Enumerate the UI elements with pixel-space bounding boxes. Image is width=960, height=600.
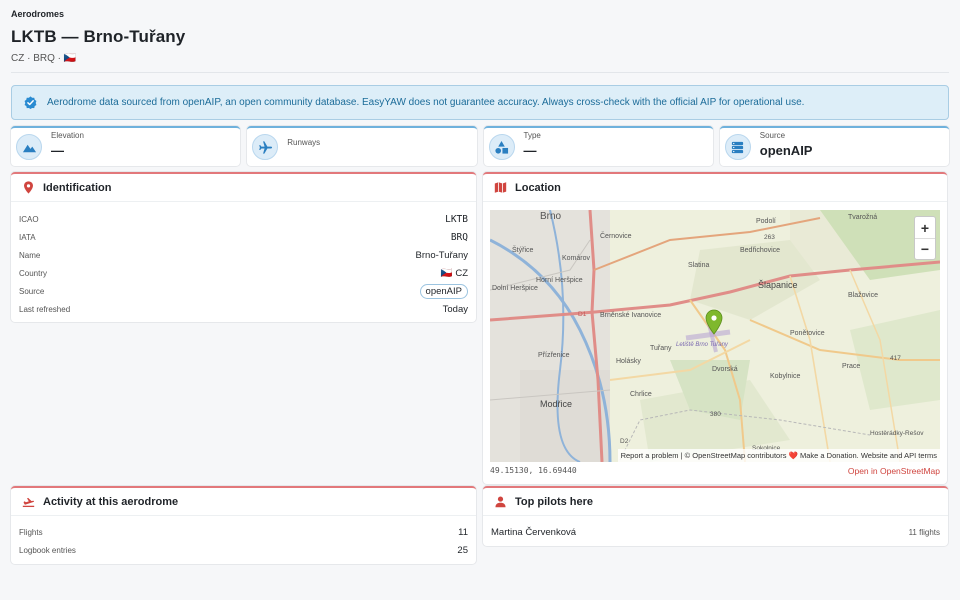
kv-last-refreshed: Last refreshed Today xyxy=(19,303,468,315)
stat-type: Type — xyxy=(483,126,713,166)
activity-card: Activity at this aerodrome Flights 11 Log… xyxy=(11,486,476,564)
stat-label: Type xyxy=(523,130,541,140)
map-label: Tvarožná xyxy=(848,214,877,221)
map-label: D2 xyxy=(620,438,629,445)
stat-label: Source xyxy=(759,130,786,140)
location-title: Location xyxy=(515,181,561,194)
kv-flights: Flights 11 xyxy=(19,526,468,538)
database-icon xyxy=(732,141,744,153)
map-view[interactable]: Brno Podolí Tvarožná Černovice Bedřichov… xyxy=(490,210,940,462)
kv-iata: IATA BRQ xyxy=(19,231,468,243)
top-pilots-title: Top pilots here xyxy=(515,495,594,508)
stat-value: — xyxy=(523,142,537,158)
stat-source: Source openAIP xyxy=(719,126,949,166)
map-label: Horní Heršpice xyxy=(536,277,583,284)
map-label: D1 xyxy=(578,311,587,318)
stat-label: Runways xyxy=(287,138,321,147)
activity-title: Activity at this aerodrome xyxy=(43,495,179,508)
map-label: Letiště Brno Tuřany xyxy=(676,342,729,348)
map-label: Podolí xyxy=(756,218,776,225)
stat-value: openAIP xyxy=(759,142,813,158)
map-label: Blažovice xyxy=(848,292,878,299)
map-label: 417 xyxy=(890,355,901,362)
map-label: 263 xyxy=(764,234,775,241)
mountain-icon xyxy=(22,144,36,152)
location-card: Location Brno Podolí Tvarožná Černovice … xyxy=(483,172,947,484)
map-label: Ponětovice xyxy=(790,330,825,337)
stats-row: Elevation — Runways Type — Source openAI… xyxy=(11,126,949,166)
notice-text: Aerodrome data sourced from openAIP, an … xyxy=(47,97,805,108)
map-label: Prace xyxy=(842,363,860,370)
map-label: Modřice xyxy=(540,399,572,409)
map-label: Dolní Heršpice xyxy=(492,285,538,292)
plane-departure-icon xyxy=(22,497,35,508)
stat-elevation: Elevation — xyxy=(11,126,241,166)
source-pill[interactable]: openAIP xyxy=(419,283,468,299)
stat-label: Elevation xyxy=(51,130,84,140)
map-label: Štýřice xyxy=(512,245,534,254)
map-label: Komárov xyxy=(562,255,591,262)
page: Aerodromes LKTB — Brno-Tuřany CZ · BRQ ·… xyxy=(0,0,960,600)
kv-name: Name Brno-Tuřany xyxy=(19,249,468,261)
verified-badge-icon xyxy=(24,96,37,109)
open-in-osm-link[interactable]: Open in OpenStreetMap xyxy=(848,466,940,476)
map-label: Dvorská xyxy=(712,366,738,373)
map-label: Holásky xyxy=(616,358,641,365)
list-item[interactable]: Martina Červenková 11 flights xyxy=(483,523,948,541)
map-attribution[interactable]: Report a problem | © OpenStreetMap contr… xyxy=(617,449,940,462)
map-label: Bedřichovice xyxy=(740,247,780,254)
pilot-flight-count: 11 flights xyxy=(908,527,940,537)
map-label: Tuřany xyxy=(650,345,672,352)
kv-logbook-entries: Logbook entries 25 xyxy=(19,544,468,556)
map-label: Kobylnice xyxy=(770,373,800,380)
user-icon xyxy=(495,496,506,508)
info-notice: Aerodrome data sourced from openAIP, an … xyxy=(11,85,949,120)
map-label: Brno xyxy=(540,211,562,222)
map-label: 380 xyxy=(710,411,721,418)
map-tiles: Brno Podolí Tvarožná Černovice Bedřichov… xyxy=(490,210,940,462)
map-label: Brněnské Ivanovice xyxy=(600,312,661,319)
shapes-icon xyxy=(495,140,509,154)
top-pilots-card: Top pilots here Martina Červenková 11 fli… xyxy=(483,486,948,546)
stat-value: — xyxy=(51,142,64,158)
stat-runways: Runways xyxy=(247,126,477,166)
page-title: LKTB — Brno-Tuřany xyxy=(11,27,186,46)
identification-card: Identification ICAO LKTB IATA BRQ Name Brno… xyxy=(11,172,476,322)
map-label: Přízřenice xyxy=(538,352,570,359)
map-label: Chrlice xyxy=(630,391,652,398)
coordinates: 49.15130, 16.69440 xyxy=(490,466,577,475)
map-label: Hostěrádky-Rešov xyxy=(870,430,924,437)
map-icon xyxy=(494,182,507,193)
plane-icon xyxy=(258,140,272,154)
map-pin-icon xyxy=(24,181,33,194)
header-divider xyxy=(11,72,949,73)
map-label: Černovice xyxy=(600,231,632,240)
map-zoom-controls: + − xyxy=(914,216,936,260)
zoom-in-button[interactable]: + xyxy=(915,217,935,238)
kv-country: Country 🇨🇿 CZ xyxy=(19,267,468,279)
map-label: Šlapanice xyxy=(758,280,798,290)
pilot-name[interactable]: Martina Červenková xyxy=(491,527,576,538)
zoom-out-button[interactable]: − xyxy=(915,238,935,259)
identification-title: Identification xyxy=(43,181,112,194)
kv-source: Source openAIP xyxy=(11,282,476,300)
page-subtitle: CZ · BRQ · 🇨🇿 xyxy=(11,53,77,64)
kv-icao: ICAO LKTB xyxy=(19,213,468,225)
map-label: Slatina xyxy=(688,262,710,269)
breadcrumb[interactable]: Aerodromes xyxy=(11,9,949,19)
